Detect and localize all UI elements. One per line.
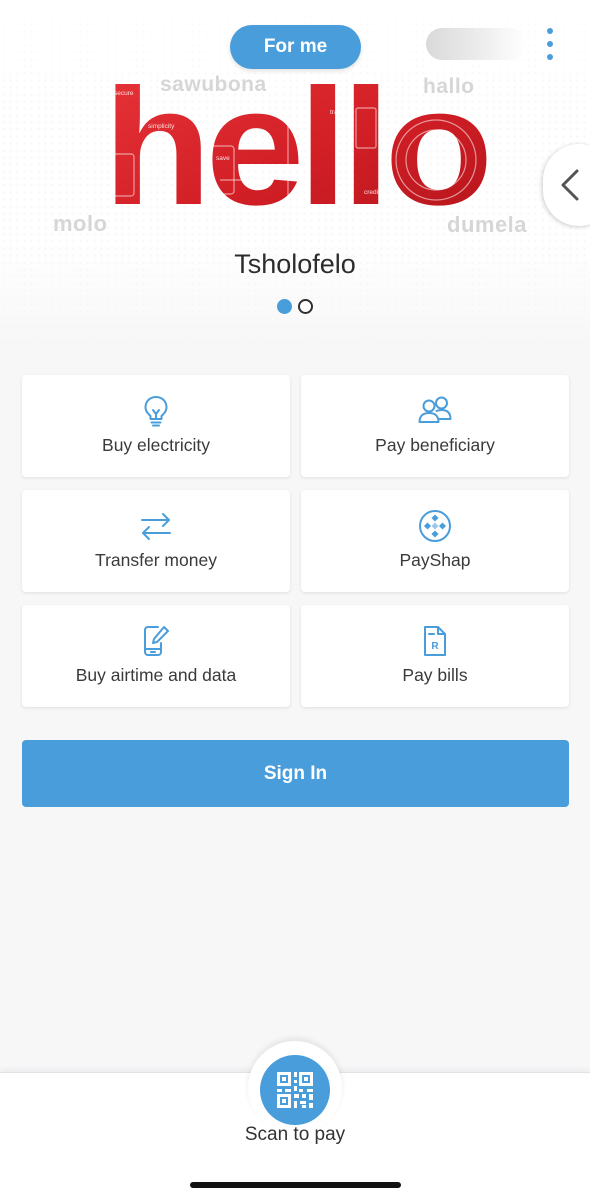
blurred-account-pill	[426, 28, 526, 60]
scan-to-pay-button[interactable]	[260, 1055, 330, 1125]
greeting-dumela: dumela	[447, 212, 528, 237]
buy-electricity-button[interactable]: Buy electricity	[22, 375, 290, 477]
buy-airtime-data-label: Buy airtime and data	[75, 665, 237, 685]
home-indicator	[190, 1182, 401, 1188]
transfer-money-label: Transfer money	[95, 550, 217, 570]
artwork-word-credit: credit	[364, 189, 380, 196]
transfer-money-button[interactable]: Transfer money	[22, 490, 290, 592]
buy-electricity-label: Buy electricity	[102, 435, 210, 455]
artwork-word-transact: transact	[330, 109, 353, 116]
buy-airtime-data-button[interactable]: Buy airtime and data	[22, 605, 290, 707]
pay-bills-button[interactable]: R Pay bills	[301, 605, 569, 707]
lightbulb-icon	[144, 396, 168, 427]
pay-beneficiary-button[interactable]: Pay beneficiary	[301, 375, 569, 477]
qr-code-icon	[277, 1072, 313, 1108]
bill-icon: R	[424, 626, 446, 656]
user-name: Tsholofelo	[234, 249, 356, 279]
artwork-word-secure: secure	[114, 90, 134, 97]
hello-headline: hello	[103, 84, 487, 210]
scan-to-pay-label[interactable]: Scan to pay	[0, 1124, 590, 1146]
artwork-word-save: save	[216, 155, 230, 162]
svg-text:R: R	[431, 641, 439, 652]
for-me-toggle-button[interactable]: For me	[230, 25, 361, 69]
payshap-icon	[419, 510, 451, 542]
pay-beneficiary-label: Pay beneficiary	[375, 435, 495, 455]
greeting-molo: molo	[53, 211, 108, 236]
payshap-button[interactable]: PayShap	[301, 490, 569, 592]
payshap-label: PayShap	[399, 550, 471, 570]
chevron-left-icon	[561, 169, 579, 201]
transfer-arrows-icon	[141, 513, 171, 540]
pay-bills-label: Pay bills	[402, 665, 468, 685]
people-icon	[418, 396, 452, 423]
carousel-dot-inactive[interactable]	[298, 299, 313, 314]
artwork-word-simplicity: simplicity	[148, 123, 175, 130]
hello-headline-graphic: hello secure simplicity transact save cr…	[103, 84, 490, 210]
phone-edit-icon	[144, 626, 169, 656]
kebab-menu-icon[interactable]	[543, 28, 557, 62]
sign-in-button[interactable]: Sign In	[22, 740, 569, 807]
carousel-dot-active[interactable]	[277, 299, 292, 314]
